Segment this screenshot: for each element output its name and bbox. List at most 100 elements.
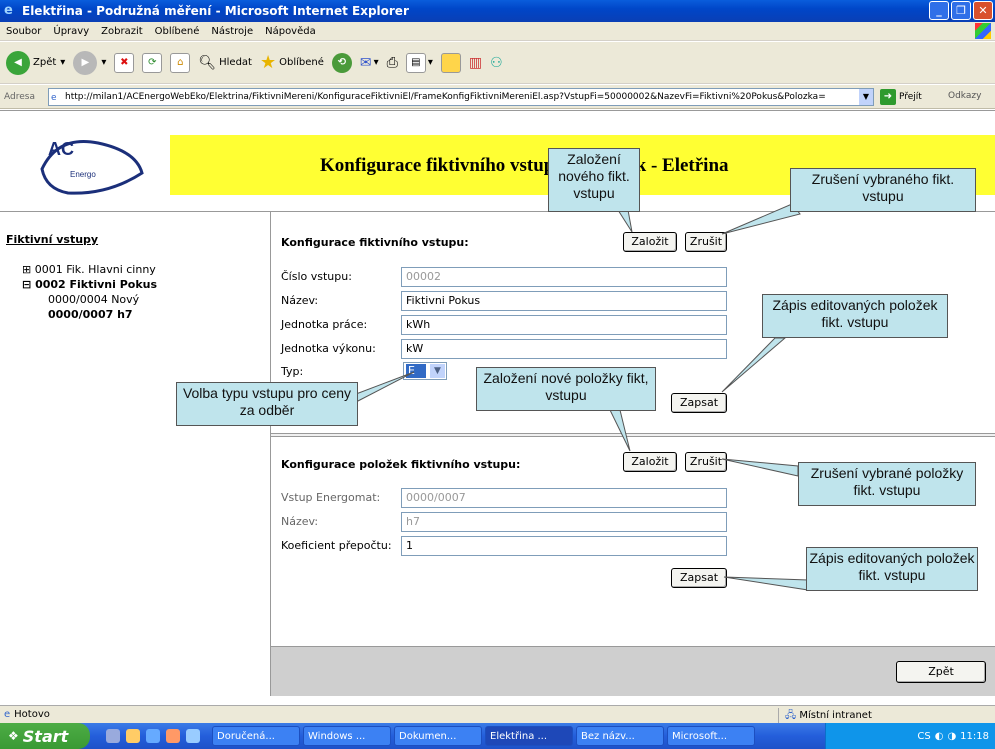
clock[interactable]: 11:18 bbox=[960, 731, 989, 742]
work-unit-field[interactable]: kWh bbox=[401, 315, 727, 335]
research-icon[interactable]: ▥ bbox=[469, 55, 482, 71]
taskbar-item[interactable]: Dokumen... bbox=[394, 726, 482, 746]
field-label: Typ: bbox=[281, 365, 304, 378]
input-name-field[interactable]: Fiktivni Pokus bbox=[401, 291, 727, 311]
power-unit-field[interactable]: kW bbox=[401, 339, 727, 359]
favorites-label: Oblíbené bbox=[279, 57, 324, 68]
taskbar-item[interactable]: Doručená... bbox=[212, 726, 300, 746]
create-item-button[interactable]: Založit bbox=[623, 452, 677, 472]
menu-item-help[interactable]: Nápověda bbox=[259, 26, 322, 37]
stop-icon[interactable]: ✖ bbox=[114, 52, 135, 73]
search-icon: 🔍︎ bbox=[198, 54, 217, 71]
tray-icon[interactable]: ◐ bbox=[935, 731, 944, 742]
go-arrow-icon: ➜ bbox=[880, 89, 896, 105]
sidebar-title[interactable]: Fiktivní vstupy bbox=[6, 233, 268, 246]
media-icon[interactable] bbox=[166, 729, 180, 743]
search-button[interactable]: 🔍︎ Hledat bbox=[198, 55, 252, 71]
field-label: Název: bbox=[281, 294, 319, 307]
status-text: Hotovo bbox=[14, 709, 50, 720]
section-title: Konfigurace položek fiktivního vstupu: bbox=[281, 458, 521, 471]
dropdown-arrow-icon[interactable]: ▾ bbox=[428, 57, 433, 68]
field-label: Název: bbox=[281, 515, 319, 528]
tree-item[interactable]: ⊞ 0001 Fik. Hlavni cinny bbox=[22, 262, 268, 277]
callout-save-input: Zápis editovaných položek fikt. vstupu bbox=[762, 294, 948, 338]
outlook-icon[interactable] bbox=[126, 729, 140, 743]
dropdown-arrow-icon[interactable]: ▾ bbox=[101, 57, 106, 68]
item-name-field[interactable]: h7 bbox=[401, 512, 727, 532]
taskbar-item[interactable]: Windows ... bbox=[303, 726, 391, 746]
history-icon[interactable]: ⟲ bbox=[331, 52, 352, 73]
save-item-button[interactable]: Zapsat bbox=[671, 568, 727, 588]
chevron-down-icon[interactable]: ▼ bbox=[859, 89, 873, 105]
go-button[interactable]: ➜ Přejít bbox=[880, 89, 922, 105]
taskbar-item[interactable]: Elektřina ... bbox=[485, 726, 573, 746]
coefficient-field[interactable]: 1 bbox=[401, 536, 727, 556]
type-select[interactable]: E ▼ bbox=[403, 362, 447, 380]
field-label: Vstup Energomat: bbox=[281, 491, 381, 504]
mail-icon[interactable]: ✉ bbox=[360, 55, 372, 71]
start-label: Start bbox=[22, 726, 69, 746]
home-icon[interactable]: ⌂ bbox=[170, 52, 191, 73]
window-title: Elektřina - Podružná měření - Microsoft … bbox=[22, 4, 409, 18]
energomat-field[interactable]: 0000/0007 bbox=[401, 488, 727, 508]
taskbar-item[interactable]: Bez názv... bbox=[576, 726, 664, 746]
window-title-bar[interactable]: e Elektřina - Podružná měření - Microsof… bbox=[0, 0, 995, 22]
callout-create-input: Založení nového fikt. vstupu bbox=[548, 148, 640, 212]
expand-icon[interactable]: ⊞ bbox=[22, 263, 31, 276]
edit-icon[interactable]: ▤ bbox=[405, 52, 426, 73]
start-button[interactable]: ❖ Start bbox=[0, 723, 90, 749]
print-icon[interactable]: ⎙ bbox=[387, 55, 398, 71]
logo: AC Energo bbox=[0, 111, 170, 211]
maximize-button[interactable]: ❐ bbox=[951, 1, 971, 20]
ie-logo-icon: e bbox=[4, 3, 13, 18]
ie-icon[interactable] bbox=[146, 729, 160, 743]
note-icon[interactable] bbox=[440, 52, 461, 73]
menu-item-tools[interactable]: Nástroje bbox=[205, 26, 259, 37]
type-selected-value: E bbox=[406, 364, 426, 378]
menu-item-edit[interactable]: Úpravy bbox=[47, 26, 95, 37]
field-label: Koeficient přepočtu: bbox=[281, 539, 392, 552]
callout-save-item: Zápis editovaných položek fikt. vstupu bbox=[806, 547, 978, 591]
create-input-button[interactable]: Založit bbox=[623, 232, 677, 252]
address-url: http://milan1/ACEnergoWebEko/Elektrina/F… bbox=[65, 92, 826, 102]
forward-button[interactable]: ▶ ▾ bbox=[73, 50, 106, 75]
minimize-button[interactable]: _ bbox=[929, 1, 949, 20]
tree-item[interactable]: 0000/0007 h7 bbox=[22, 307, 268, 322]
favorites-button[interactable]: ★ Oblíbené bbox=[260, 52, 324, 73]
desktop-icon[interactable] bbox=[106, 729, 120, 743]
explorer-icon[interactable] bbox=[186, 729, 200, 743]
tree-item-label: 0000/0007 h7 bbox=[48, 308, 133, 321]
collapse-icon[interactable]: ⊟ bbox=[22, 278, 31, 291]
dropdown-arrow-icon[interactable]: ▾ bbox=[374, 57, 379, 68]
menu-item-view[interactable]: Zobrazit bbox=[95, 26, 149, 37]
menu-item-favorites[interactable]: Oblíbené bbox=[149, 26, 206, 37]
save-input-button[interactable]: Zapsat bbox=[671, 393, 727, 413]
tree: ⊞ 0001 Fik. Hlavni cinny ⊟ 0002 Fiktivni… bbox=[22, 262, 268, 322]
taskbar-item[interactable]: Microsoft... bbox=[667, 726, 755, 746]
page-icon: e bbox=[4, 709, 11, 720]
chevron-down-icon[interactable]: ▼ bbox=[430, 364, 445, 378]
refresh-icon[interactable]: ⟳ bbox=[142, 52, 163, 73]
windows-flag-icon bbox=[975, 23, 991, 39]
input-number-field[interactable]: 00002 bbox=[401, 267, 727, 287]
intranet-icon: 🖧 bbox=[785, 710, 797, 721]
menu-item-file[interactable]: Soubor bbox=[0, 26, 47, 37]
close-button[interactable]: ✕ bbox=[973, 1, 993, 20]
tray-icon[interactable]: ◑ bbox=[947, 731, 956, 742]
back-button[interactable]: ◀ Zpět ▾ bbox=[6, 50, 65, 75]
dropdown-arrow-icon[interactable]: ▾ bbox=[60, 57, 65, 68]
back-page-button[interactable]: Zpět bbox=[896, 661, 986, 683]
system-tray: CS ◐ ◑ 11:18 bbox=[825, 723, 995, 749]
cancel-input-button[interactable]: Zrušit bbox=[685, 232, 727, 252]
address-input[interactable]: e http://milan1/ACEnergoWebEko/Elektrina… bbox=[48, 88, 874, 106]
tree-item[interactable]: 0000/0004 Nový bbox=[22, 292, 268, 307]
language-indicator[interactable]: CS bbox=[917, 731, 930, 742]
status-bar: e Hotovo 🖧 Místní intranet bbox=[0, 705, 995, 725]
cancel-item-button[interactable]: Zrušit bbox=[685, 452, 727, 472]
callout-cancel-input: Zrušení vybraného fikt. vstupu bbox=[790, 168, 976, 212]
messenger-icon[interactable]: ⚇ bbox=[490, 55, 503, 71]
back-arrow-icon: ◀ bbox=[6, 50, 30, 75]
links-label[interactable]: Odkazy bbox=[948, 91, 981, 101]
callout-cancel-item: Zrušení vybrané položky fikt. vstupu bbox=[798, 462, 976, 506]
tree-item[interactable]: ⊟ 0002 Fiktivni Pokus bbox=[22, 277, 268, 292]
